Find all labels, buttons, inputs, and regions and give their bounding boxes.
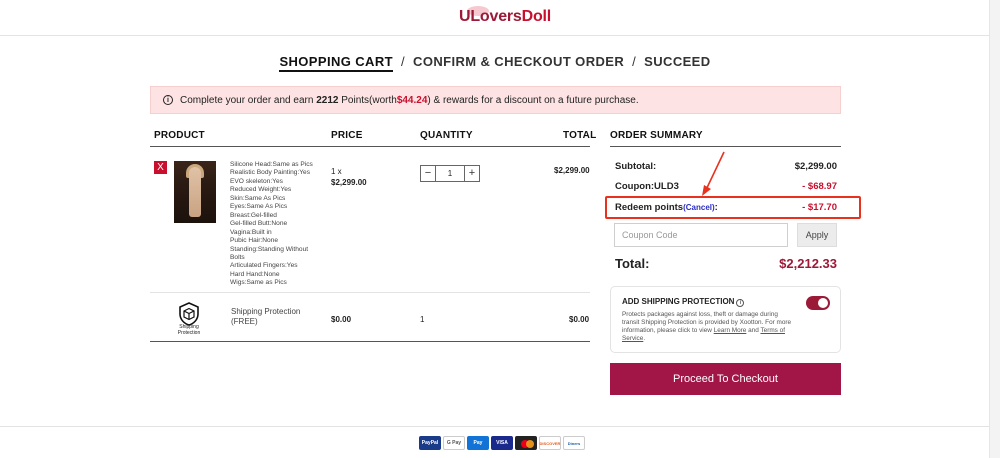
qty-input[interactable]: 1 <box>436 166 464 181</box>
step-confirm-checkout: CONFIRM & CHECKOUT ORDER <box>413 54 625 69</box>
qty-minus-button[interactable]: − <box>421 166 436 181</box>
sp-period: . <box>643 335 646 342</box>
qty-plus-button[interactable]: + <box>464 166 479 181</box>
subtotal-value: $2,299.00 <box>794 161 837 172</box>
summary-header-divider <box>610 146 841 147</box>
notice-points: 2212 <box>316 94 339 106</box>
checkout-steps: SHOPPING CART / CONFIRM & CHECKOUT ORDER… <box>0 54 990 72</box>
header-order-summary: ORDER SUMMARY <box>610 130 703 141</box>
step-separator: / <box>632 54 637 69</box>
apply-coupon-button[interactable]: Apply <box>797 223 837 247</box>
proceed-to-checkout-button[interactable]: Proceed To Checkout <box>610 363 841 395</box>
spec-line: Pubic Hair:None <box>230 237 279 245</box>
step-shopping-cart[interactable]: SHOPPING CART <box>279 54 393 72</box>
item-total: $2,299.00 <box>554 166 590 175</box>
header-price: PRICE <box>331 130 363 141</box>
coupon-input[interactable]: Coupon Code <box>614 223 788 247</box>
spec-line: Eyes:Same As Pics <box>230 203 288 211</box>
notice-worth: $44.24 <box>396 94 428 106</box>
sp-and: and <box>748 327 759 334</box>
redeem-value: - $17.70 <box>802 202 837 213</box>
points-notice: i Complete your order and earn 2212 Poin… <box>150 86 841 114</box>
learn-more-link[interactable]: Learn More <box>714 327 747 334</box>
shipping-item-sub: (FREE) <box>231 317 258 326</box>
paypal-icon: PayPal <box>419 436 441 450</box>
shipping-total: $0.00 <box>569 315 590 324</box>
spec-line: Wigs:Same as Pics <box>230 279 287 287</box>
spec-line: Vagina:Built in <box>230 228 272 236</box>
spec-line: Hard Hand:None <box>230 270 280 278</box>
shipping-qty: 1 <box>420 315 425 324</box>
annotation-arrow-icon <box>702 151 725 196</box>
step-separator: / <box>401 54 406 69</box>
shipping-protection-name: Shipping Protection (FREE) <box>231 307 300 327</box>
spec-line: Gel-filled Butt:None <box>230 220 288 228</box>
notice-suffix: ) & rewards for a discount on a future p… <box>427 94 639 106</box>
payment-methods: PayPal G Pay Pay VISA DISCOVER Diners <box>419 436 585 450</box>
remove-item-button[interactable]: X <box>154 161 167 174</box>
discover-icon: DISCOVER <box>539 436 561 450</box>
header-quantity: QUANTITY <box>420 130 473 141</box>
subtotal-label: Subtotal: <box>615 161 657 172</box>
spec-line: Skin:Same As Pics <box>230 194 286 202</box>
spec-line: Standing:Standing Without <box>230 245 309 253</box>
scrollbar[interactable] <box>989 0 1000 458</box>
notice-points-word: Points(worth <box>341 94 397 106</box>
product-specs: Silicone Head:Same as Pics Realistic Bod… <box>230 161 320 288</box>
unit-price-value: $2,299.00 <box>331 178 367 187</box>
logo-text-first: ULovers <box>459 8 522 25</box>
shipping-protection-panel: ADD SHIPPING PROTECTION i Protects packag… <box>610 286 841 353</box>
shipping-item-name: Shipping Protection <box>231 307 301 316</box>
site-logo[interactable]: ULoversDoll <box>459 8 551 26</box>
header-total: TOTAL <box>563 130 597 141</box>
spec-line: Breast:Gel-filled <box>230 211 277 219</box>
spec-line: Silicone Head:Same as Pics <box>230 161 313 168</box>
coupon-value: - $68.97 <box>802 181 837 192</box>
footer-divider <box>0 426 989 427</box>
step-succeed: SUCCEED <box>644 54 711 69</box>
notice-prefix: Complete your order and earn <box>180 94 314 106</box>
qty-prefix: 1 x <box>331 167 342 176</box>
spec-line: Bolts <box>230 253 245 261</box>
total-label: Total: <box>615 256 650 271</box>
shipping-protection-description: Protects packages against loss, theft or… <box>622 311 797 343</box>
diners-club-icon: Diners <box>563 436 585 450</box>
redeem-label-text: Redeem points <box>615 202 684 213</box>
shield-icon-label: Shipping Protection <box>177 324 201 336</box>
sp-title-text: ADD SHIPPING PROTECTION <box>622 297 735 306</box>
table-bottom-divider <box>150 341 590 342</box>
coupon-label: Coupon:ULD3 <box>615 181 679 192</box>
shipping-price: $0.00 <box>331 315 352 324</box>
logo-text-rest: Doll <box>521 8 552 25</box>
header-product: PRODUCT <box>154 130 205 141</box>
site-header: ULoversDoll <box>0 0 1000 36</box>
quantity-stepper: − 1 + <box>420 165 480 182</box>
apple-pay-icon: Pay <box>467 436 489 450</box>
shipping-protection-toggle[interactable] <box>806 296 830 310</box>
spec-line: EVO skeleton:Yes <box>230 177 283 185</box>
row-divider <box>150 292 590 293</box>
total-value: $2,212.33 <box>779 256 837 271</box>
shipping-protection-title: ADD SHIPPING PROTECTION i <box>622 297 745 307</box>
mastercard-icon <box>515 436 537 450</box>
redeem-colon: : <box>714 202 718 213</box>
spec-line: Realistic Body Painting:Yes <box>230 169 311 177</box>
cancel-redeem-link[interactable]: (Cancel) <box>683 203 715 212</box>
unit-price: 1 x $2,299.00 <box>331 166 367 188</box>
spec-line: Articulated Fingers:Yes <box>230 262 298 270</box>
redeem-label: Redeem points(Cancel): <box>615 202 718 213</box>
google-pay-icon: G Pay <box>443 436 465 450</box>
info-icon: i <box>163 95 173 105</box>
table-header-divider <box>150 146 590 147</box>
product-image[interactable] <box>174 161 216 223</box>
spec-line: Reduced Weight:Yes <box>230 186 292 194</box>
info-icon[interactable]: i <box>736 299 745 307</box>
visa-icon: VISA <box>491 436 513 450</box>
